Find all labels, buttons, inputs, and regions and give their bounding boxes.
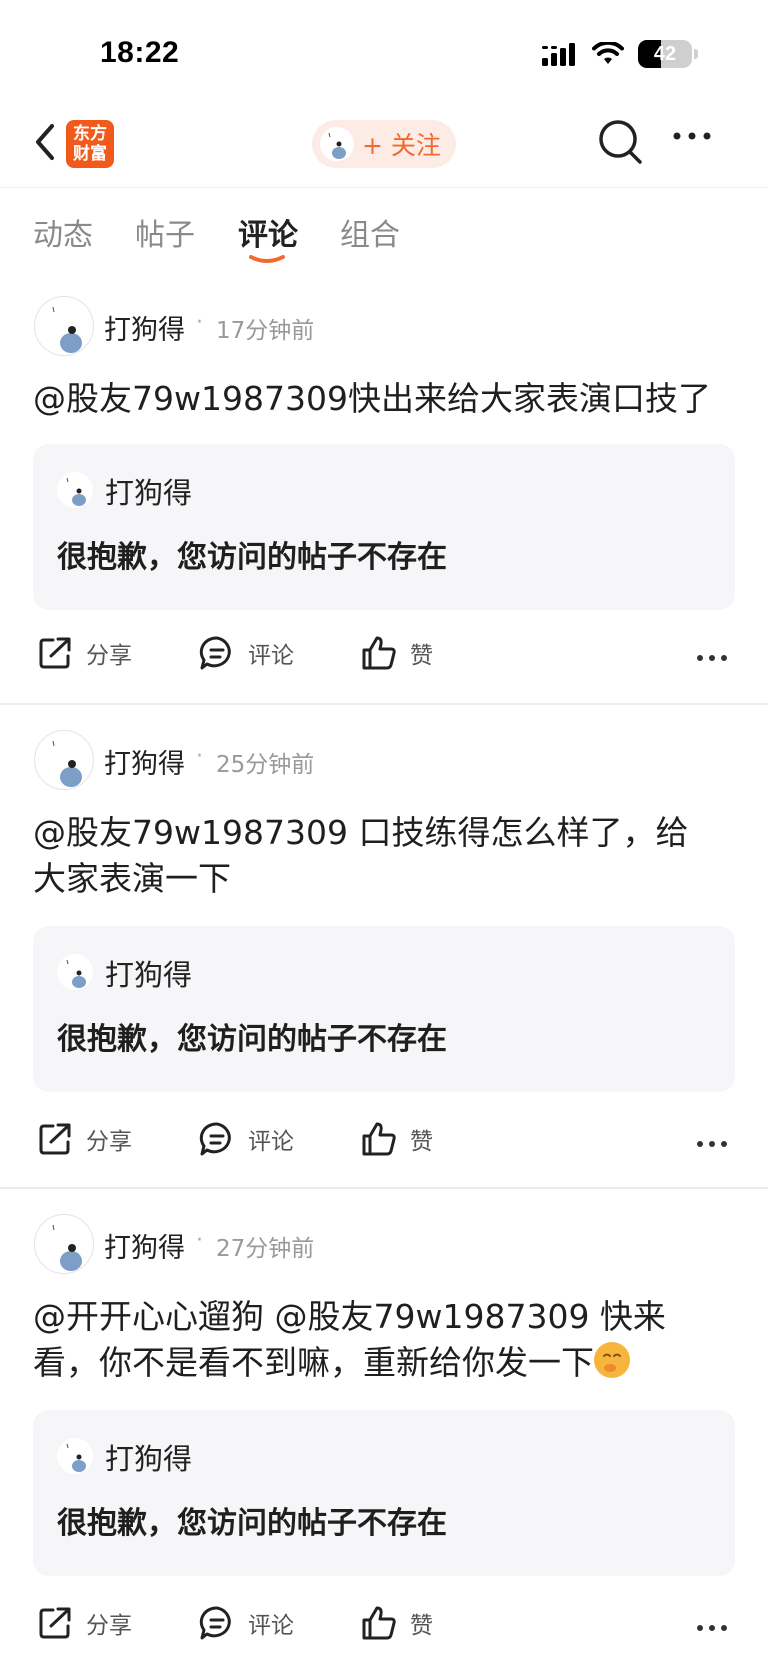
share-button[interactable]: 分享 (36, 1120, 132, 1158)
post-time: 17分钟前 (216, 318, 315, 344)
divider (0, 703, 768, 705)
thumbs-up-icon (362, 636, 396, 670)
more-icon[interactable] (672, 130, 712, 142)
quoted-text: 很抱歉，您访问的帖子不存在 (57, 1022, 447, 1057)
share-button[interactable]: 分享 (36, 634, 132, 672)
quoted-author: 打狗得 (105, 1442, 193, 1476)
author-name[interactable]: 打狗得 (104, 308, 185, 347)
tab-posts[interactable]: 帖子 (135, 210, 195, 254)
comment-text: @开开心心遛狗 @股友79w1987309 快来 看，你不是看不到嘛，重新给你发… (33, 1294, 733, 1386)
comment-icon (199, 1606, 231, 1640)
comment-text: @股友79w1987309快出来给大家表演口技了 (33, 379, 711, 418)
share-icon (39, 637, 71, 669)
comment-text: @股友79w1987309 口技练得怎么样了，给 大家表演一下 (33, 810, 733, 902)
status-time: 18:22 (100, 36, 180, 69)
avatar (57, 1438, 93, 1474)
signal-icon (542, 43, 575, 66)
like-button[interactable]: 赞 (360, 634, 433, 672)
more-options-icon[interactable] (696, 1140, 728, 1148)
status-bar: 18:22 42 (0, 0, 768, 100)
tab-portfolio[interactable]: 组合 (340, 210, 400, 254)
comment-label: 评论 (248, 1129, 294, 1155)
avatar[interactable] (34, 1214, 94, 1274)
post-time: 27分钟前 (216, 1236, 315, 1262)
comment-text-line: 大家表演一下 (33, 859, 231, 898)
follow-label: + 关注 (362, 131, 441, 160)
battery-level: 42 (653, 42, 677, 65)
quoted-post[interactable]: 打狗得 很抱歉，您访问的帖子不存在 (33, 1410, 735, 1576)
comment-text-line: @开开心心遛狗 @股友79w1987309 快来 (33, 1297, 666, 1336)
like-label: 赞 (410, 1129, 433, 1155)
avatar[interactable] (34, 296, 94, 356)
quoted-post[interactable]: 打狗得 很抱歉，您访问的帖子不存在 (33, 926, 735, 1092)
quoted-author: 打狗得 (105, 958, 193, 992)
share-label: 分享 (86, 1613, 132, 1639)
back-arrow-icon[interactable] (28, 120, 62, 164)
logo-text-2: 财富 (73, 144, 107, 164)
separator-dot: · (196, 744, 203, 769)
more-options-icon[interactable] (696, 654, 728, 662)
comment-label: 评论 (248, 1613, 294, 1639)
active-tab-indicator (249, 255, 285, 263)
thumbs-up-icon (362, 1122, 396, 1156)
share-button[interactable]: 分享 (36, 1604, 132, 1642)
wifi-icon (592, 42, 624, 64)
like-button[interactable]: 赞 (360, 1604, 433, 1642)
search-icon[interactable] (598, 118, 644, 166)
action-bar: 分享 评论 赞 (0, 634, 768, 694)
comment-button[interactable]: 评论 (198, 1120, 294, 1158)
top-nav: 东方 财富 + 关注 (0, 100, 768, 188)
comment-icon (199, 636, 231, 670)
thumbs-up-icon (362, 1606, 396, 1640)
status-icons: 42 (542, 40, 698, 68)
share-label: 分享 (86, 643, 132, 669)
action-bar: 分享 评论 赞 (0, 1604, 768, 1664)
battery-tip (694, 49, 698, 59)
tab-dynamics[interactable]: 动态 (33, 210, 93, 254)
comment-text-line: @股友79w1987309 口技练得怎么样了，给 (33, 813, 689, 852)
follow-button[interactable]: + 关注 (312, 120, 456, 168)
quoted-text: 很抱歉，您访问的帖子不存在 (57, 1506, 447, 1541)
like-button[interactable]: 赞 (360, 1120, 433, 1158)
like-label: 赞 (410, 643, 433, 669)
comment-button[interactable]: 评论 (198, 1604, 294, 1642)
quoted-author: 打狗得 (105, 476, 193, 510)
like-label: 赞 (410, 1613, 433, 1639)
share-icon (39, 1123, 71, 1155)
smile-emoji-icon (594, 1342, 630, 1378)
avatar (320, 127, 354, 161)
action-bar: 分享 评论 赞 (0, 1120, 768, 1180)
avatar (57, 954, 93, 990)
logo-text-1: 东方 (73, 124, 107, 144)
share-label: 分享 (86, 1129, 132, 1155)
divider (0, 1187, 768, 1189)
more-options-icon[interactable] (696, 1624, 728, 1632)
share-icon (39, 1607, 71, 1639)
quoted-text: 很抱歉，您访问的帖子不存在 (57, 540, 447, 575)
author-name[interactable]: 打狗得 (104, 742, 185, 781)
battery-icon: 42 (638, 40, 692, 68)
separator-dot: · (196, 1228, 203, 1253)
comment-text-segment: 看，你不是看不到嘛，重新给你发一下 (33, 1343, 594, 1382)
author-name[interactable]: 打狗得 (104, 1226, 185, 1265)
quoted-post[interactable]: 打狗得 很抱歉，您访问的帖子不存在 (33, 444, 735, 610)
tab-comments[interactable]: 评论 (238, 210, 298, 254)
post-time: 25分钟前 (216, 752, 315, 778)
comment-text-line: 看，你不是看不到嘛，重新给你发一下 (33, 1340, 733, 1386)
comment-label: 评论 (248, 643, 294, 669)
avatar (57, 472, 93, 508)
comment-button[interactable]: 评论 (198, 634, 294, 672)
app-logo: 东方 财富 (66, 120, 114, 168)
avatar[interactable] (34, 730, 94, 790)
profile-tabs: 动态 帖子 评论 组合 (0, 196, 768, 266)
separator-dot: · (196, 310, 203, 335)
comment-icon (199, 1122, 231, 1156)
